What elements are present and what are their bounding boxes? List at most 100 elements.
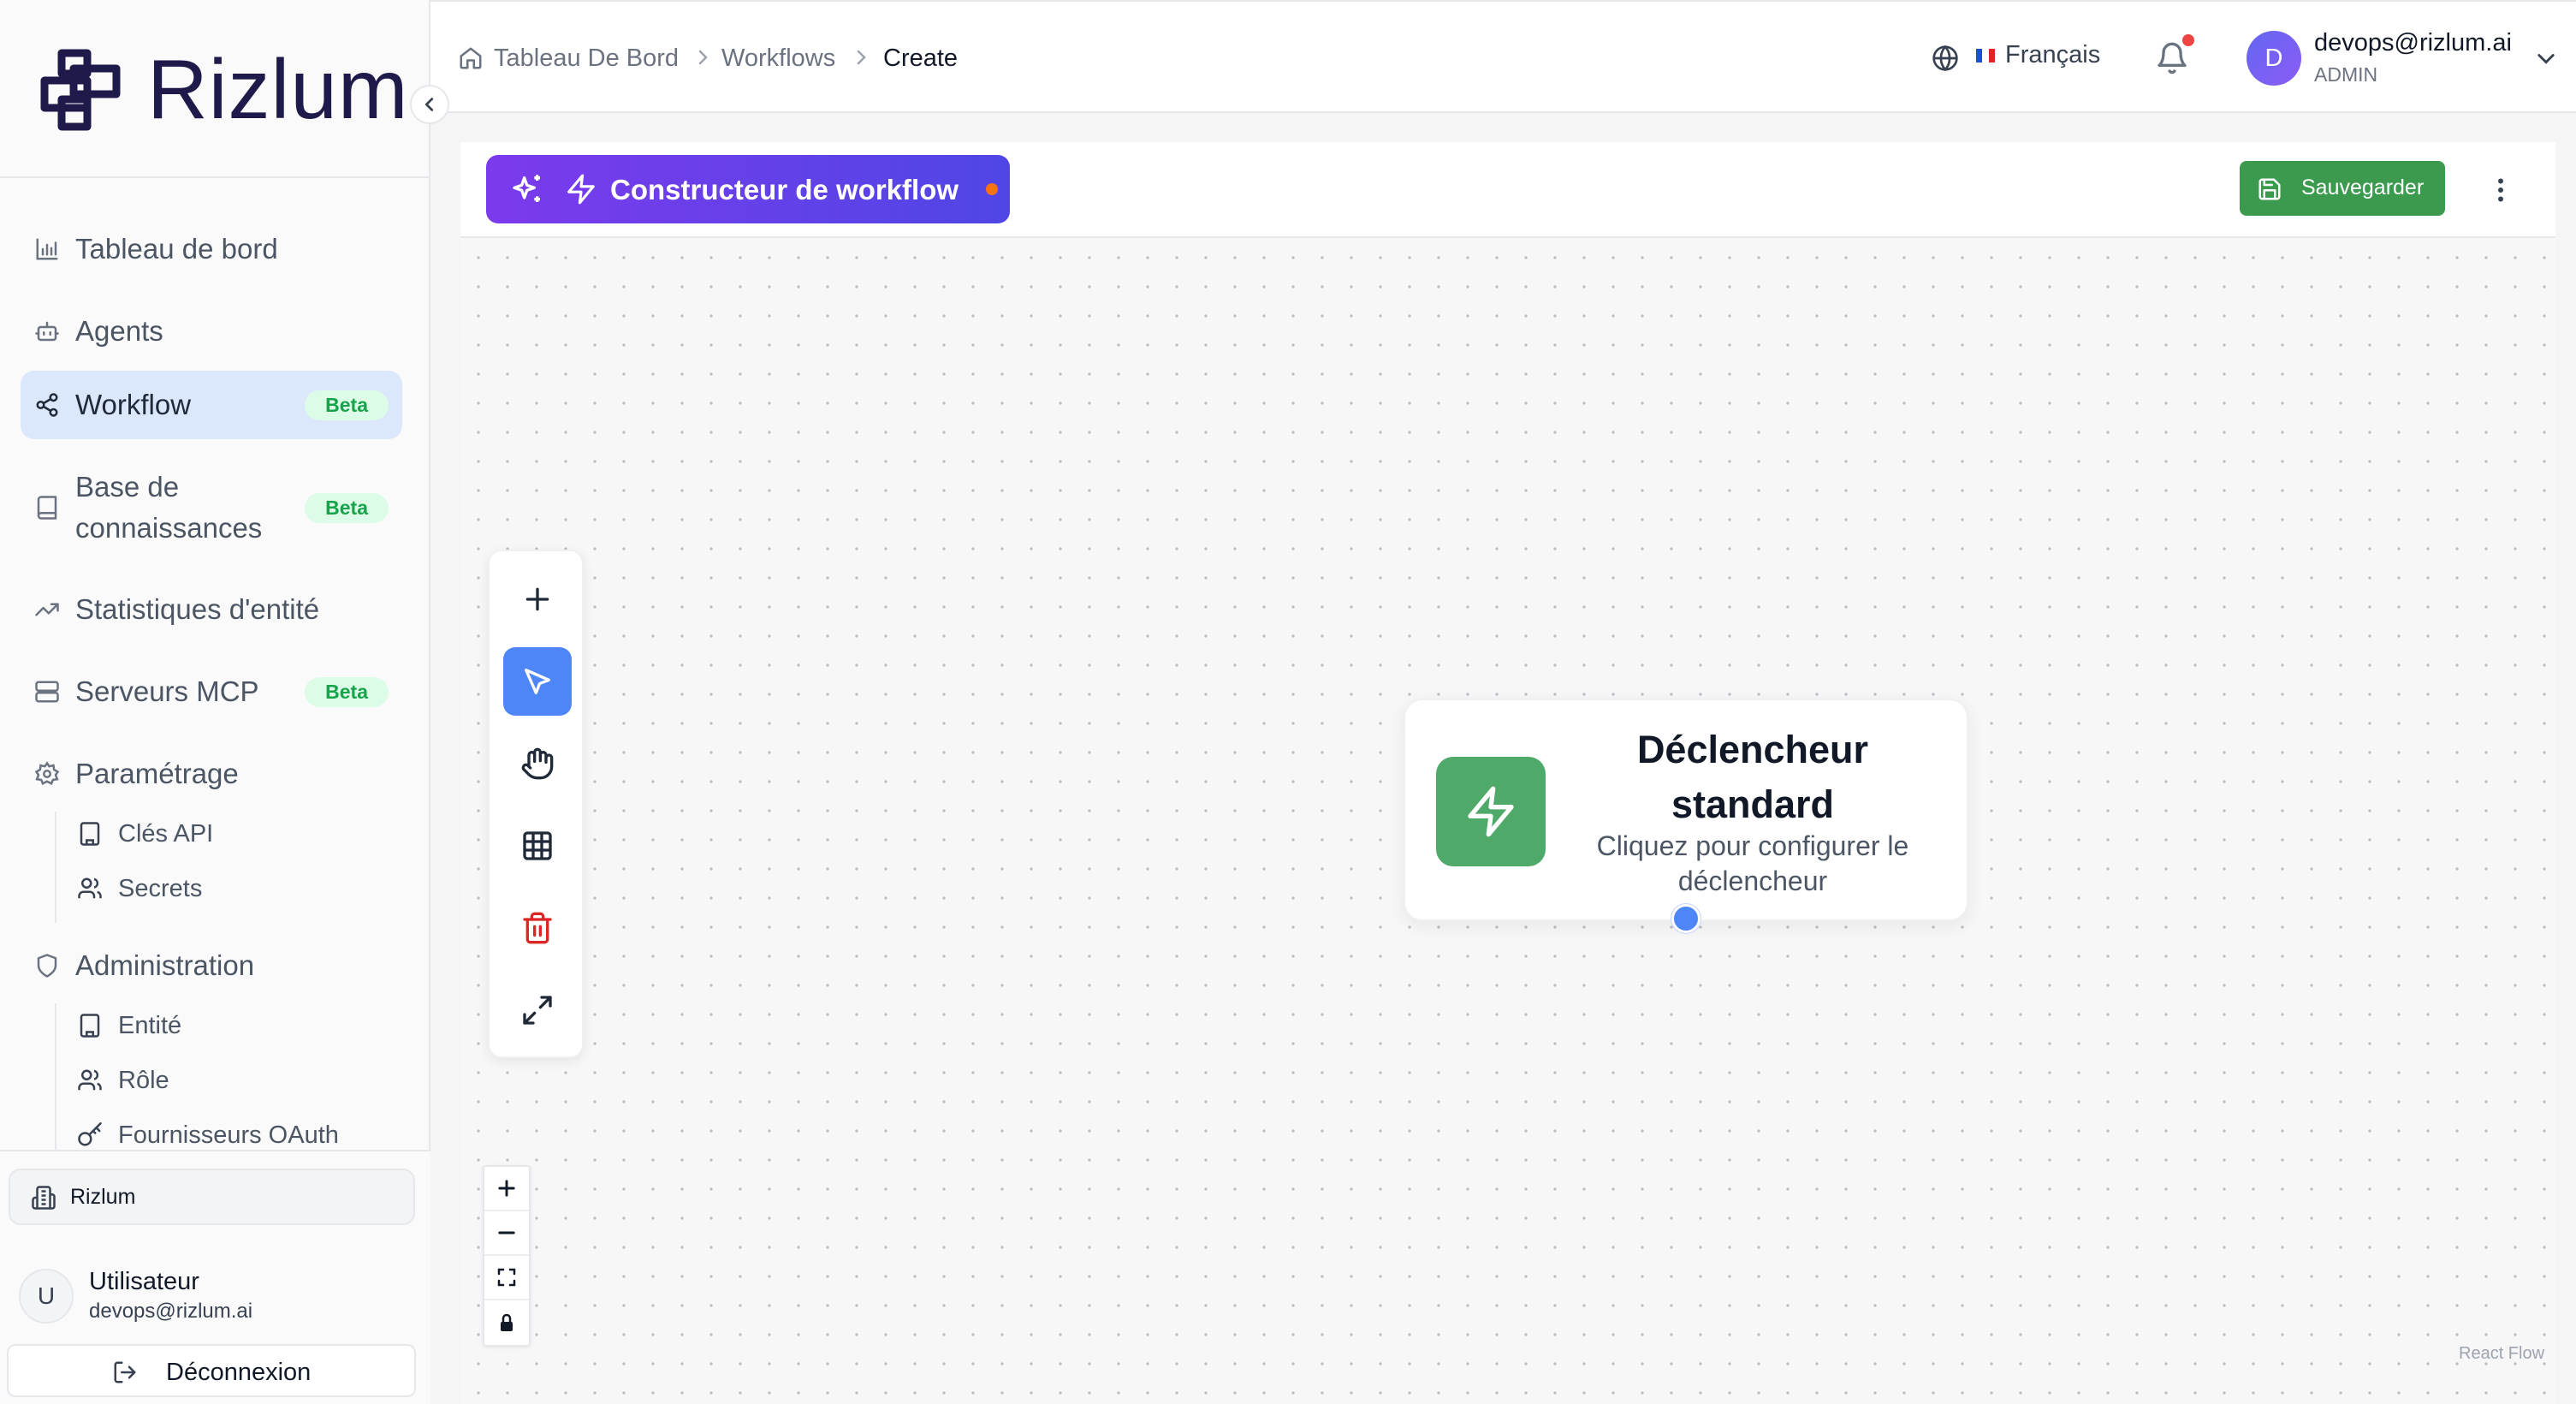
brand[interactable]: Rizlum bbox=[0, 0, 430, 178]
grid-icon bbox=[523, 831, 552, 860]
delete-tool[interactable] bbox=[503, 894, 572, 962]
workflow-builder-title[interactable]: Constructeur de workflow bbox=[486, 155, 1010, 223]
chevron-down-icon[interactable] bbox=[2534, 46, 2558, 70]
bell-icon[interactable] bbox=[2155, 41, 2189, 75]
notification-dot bbox=[2182, 34, 2194, 46]
sidebar-footer: Rizlum U Utilisateur devops@rizlum.ai Dé… bbox=[0, 1150, 430, 1404]
user-name: Utilisateur bbox=[89, 1268, 199, 1295]
select-tool[interactable] bbox=[503, 647, 572, 716]
chevron-right-icon bbox=[857, 50, 866, 65]
book-icon bbox=[37, 496, 57, 520]
fullscreen-tool[interactable] bbox=[503, 976, 572, 1044]
account-email[interactable]: devops@rizlum.ai bbox=[2314, 29, 2512, 57]
users-icon bbox=[78, 878, 102, 899]
lightning-icon bbox=[1468, 786, 1514, 837]
bot-icon bbox=[35, 321, 59, 342]
breadcrumb-workflows[interactable]: Workflows bbox=[721, 41, 835, 75]
node-title: Déclencheur standard bbox=[1636, 728, 1869, 826]
server-icon bbox=[35, 681, 59, 703]
shield-icon bbox=[37, 954, 57, 978]
nav-label: Paramétrage bbox=[75, 758, 239, 789]
trigger-node[interactable]: Déclencheur standard Cliquez pour config… bbox=[1404, 699, 1968, 921]
save-button[interactable]: Sauvegarder bbox=[2240, 161, 2445, 216]
nav-item-entity-stats[interactable]: Statistiques d'entité bbox=[21, 575, 402, 644]
workflow-title: Constructeur de workflow bbox=[610, 174, 959, 205]
nav-item-agents[interactable]: Agents bbox=[21, 297, 402, 366]
node-description: Cliquez pour configurer le déclencheur bbox=[1596, 830, 1909, 896]
more-vertical-icon[interactable] bbox=[2485, 173, 2516, 207]
nav-label: Workflow bbox=[75, 389, 192, 420]
nav-sublabel: Secrets bbox=[118, 874, 203, 902]
nav-item-administration[interactable]: Administration bbox=[21, 931, 402, 1000]
nav-subitem-secrets[interactable]: Secrets bbox=[77, 865, 402, 913]
organization-switcher[interactable]: Rizlum bbox=[9, 1169, 415, 1225]
nav-sublabel: Clés API bbox=[118, 819, 214, 848]
workflow-toolbar: Constructeur de workflow Sauvegarder bbox=[460, 142, 2555, 238]
logout-button[interactable]: Déconnexion bbox=[7, 1344, 416, 1397]
nav-item-workflow[interactable]: Workflow Beta bbox=[21, 371, 402, 439]
zoom-out-button[interactable] bbox=[484, 1211, 529, 1256]
beta-badge: Beta bbox=[305, 676, 389, 707]
breadcrumb-dashboard[interactable]: Tableau De Bord bbox=[494, 41, 679, 75]
building-icon bbox=[32, 1186, 56, 1210]
nav-label-line2: connaissances bbox=[75, 512, 263, 544]
nav-label: Agents bbox=[75, 315, 163, 347]
top-header: Tableau De Bord Workflows Create Françai… bbox=[430, 0, 2576, 113]
node-icon-box bbox=[1436, 757, 1546, 866]
add-node-tool[interactable] bbox=[503, 565, 572, 634]
hand-icon bbox=[521, 747, 554, 780]
plus-icon bbox=[498, 1180, 515, 1197]
account-avatar[interactable]: D bbox=[2247, 31, 2301, 86]
sidebar: Rizlum Tableau de bord Agents Workflow B… bbox=[0, 0, 449, 1404]
gear-icon bbox=[34, 761, 60, 785]
account-role: ADMIN bbox=[2314, 63, 2378, 86]
organization-name: Rizlum bbox=[70, 1185, 136, 1209]
rizlum-logo-icon bbox=[40, 49, 121, 131]
nav-item-mcp-servers[interactable]: Serveurs MCP Beta bbox=[21, 657, 402, 726]
bar-chart-icon bbox=[36, 238, 58, 260]
nav-item-dashboard[interactable]: Tableau de bord bbox=[21, 215, 402, 283]
minus-icon bbox=[498, 1231, 515, 1234]
nav-item-knowledge-base[interactable]: Base de connaissances Beta bbox=[21, 456, 402, 559]
lock-button[interactable] bbox=[484, 1300, 529, 1345]
users-icon bbox=[78, 1069, 102, 1091]
building-icon bbox=[80, 822, 100, 846]
collapse-sidebar-button[interactable] bbox=[410, 85, 449, 124]
lightning-icon bbox=[567, 174, 595, 205]
nav-subitem-role[interactable]: Rôle bbox=[77, 1056, 402, 1104]
nav-sublabel: Rôle bbox=[118, 1066, 169, 1094]
key-icon bbox=[78, 1122, 102, 1146]
tree-line bbox=[55, 1003, 56, 1150]
trending-up-icon bbox=[35, 603, 59, 616]
nav-subitem-api-keys[interactable]: Clés API bbox=[77, 810, 402, 858]
home-icon[interactable] bbox=[458, 45, 484, 71]
pan-tool[interactable] bbox=[503, 729, 572, 798]
user-avatar: U bbox=[19, 1269, 74, 1324]
expand-icon bbox=[523, 996, 552, 1025]
building-icon bbox=[80, 1014, 100, 1038]
language-selector[interactable]: Français bbox=[2005, 41, 2100, 69]
globe-icon[interactable] bbox=[1932, 45, 1959, 72]
sparkles-icon bbox=[513, 175, 540, 202]
logout-label: Déconnexion bbox=[166, 1359, 312, 1386]
brand-name: Rizlum bbox=[147, 42, 409, 136]
zoom-in-button[interactable] bbox=[484, 1167, 529, 1211]
beta-badge: Beta bbox=[305, 390, 389, 420]
grid-tool[interactable] bbox=[503, 812, 572, 880]
react-flow-attribution[interactable]: React Flow bbox=[2459, 1344, 2544, 1364]
nav-sublabel: Fournisseurs OAuth bbox=[118, 1121, 339, 1149]
france-flag-icon bbox=[1976, 49, 1995, 62]
save-icon bbox=[2258, 178, 2281, 200]
fit-view-icon bbox=[497, 1268, 516, 1287]
node-output-handle[interactable] bbox=[1671, 904, 1701, 933]
save-label: Sauvegarder bbox=[2301, 176, 2425, 199]
nav-label: Statistiques d'entité bbox=[75, 593, 320, 625]
fit-view-button[interactable] bbox=[484, 1256, 529, 1300]
pointer-icon bbox=[525, 669, 550, 694]
trash-icon bbox=[523, 912, 552, 944]
nav-subitem-oauth[interactable]: Fournisseurs OAuth bbox=[77, 1111, 402, 1150]
plus-icon bbox=[525, 587, 549, 611]
nav-item-settings[interactable]: Paramétrage bbox=[21, 740, 402, 808]
main-nav: Tableau de bord Agents Workflow Beta Bas… bbox=[0, 178, 430, 1150]
nav-subitem-entity[interactable]: Entité bbox=[77, 1002, 402, 1050]
